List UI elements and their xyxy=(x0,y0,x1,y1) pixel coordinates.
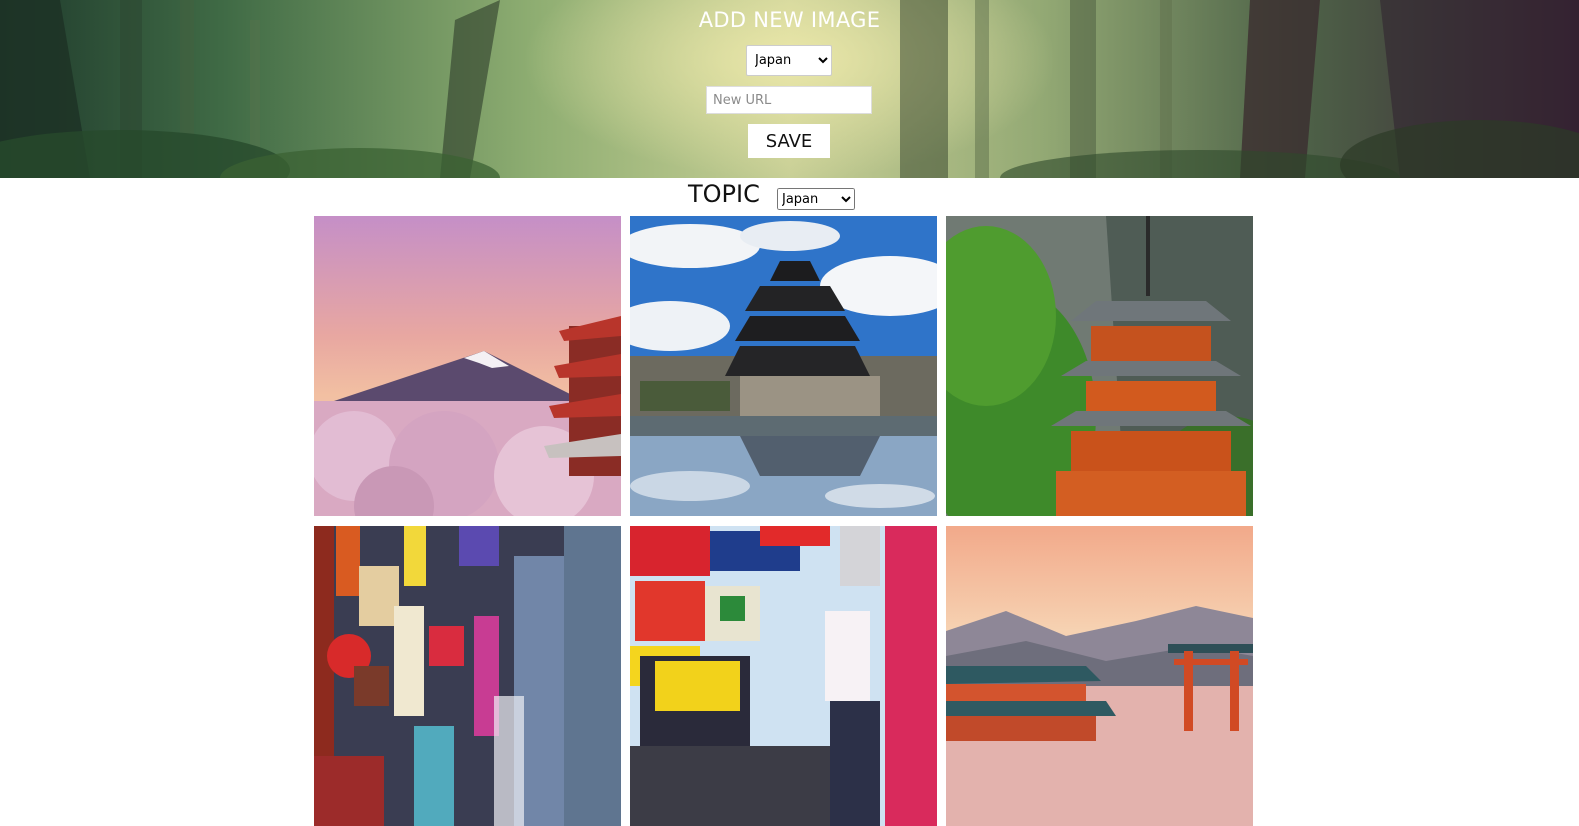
new-image-topic-select[interactable]: Japan xyxy=(746,45,832,76)
topic-label: TOPIC xyxy=(688,180,760,208)
topic-filter-select[interactable]: Japan xyxy=(777,188,855,210)
hero-banner: ADD NEW IMAGE Japan SAVE xyxy=(0,0,1579,178)
billboards-image xyxy=(630,526,937,826)
gallery-image-torii[interactable] xyxy=(946,526,1253,826)
gallery-image-fuji[interactable] xyxy=(314,216,621,516)
torii-image xyxy=(946,526,1253,826)
neon-street-image xyxy=(314,526,621,826)
save-button[interactable]: SAVE xyxy=(748,124,830,158)
fuji-image xyxy=(314,216,621,516)
gallery-image-pagoda[interactable] xyxy=(946,216,1253,516)
gallery-image-castle[interactable] xyxy=(630,216,937,516)
gallery-image-billboards[interactable] xyxy=(630,526,937,826)
gallery-image-neon-street[interactable] xyxy=(314,526,621,826)
castle-image xyxy=(630,216,937,516)
pagoda-image xyxy=(946,216,1253,516)
add-image-title: ADD NEW IMAGE xyxy=(698,8,881,32)
new-url-input[interactable] xyxy=(706,86,872,114)
